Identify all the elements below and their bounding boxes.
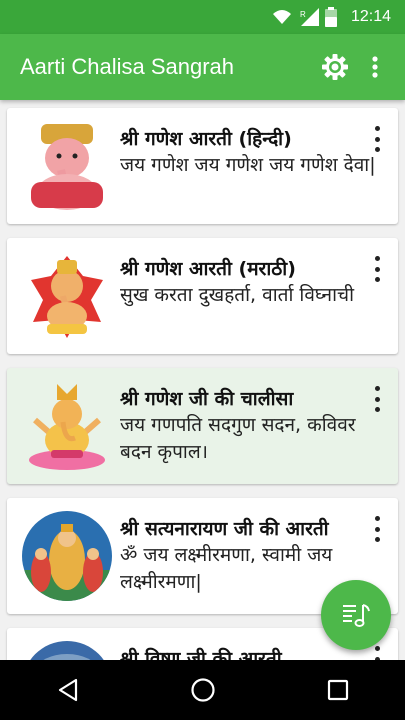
app-title: Aarti Chalisa Sangrah — [20, 54, 235, 79]
ganesh-thumbnail — [31, 256, 103, 338]
ganesh-thumbnail — [29, 384, 105, 470]
card-menu-button[interactable] — [370, 646, 384, 660]
card-menu-button[interactable] — [370, 256, 384, 282]
card-description: सुख करता दुखहर्ता, वार्ता विघ्नाची — [120, 284, 355, 306]
ganesh-thumbnail — [31, 124, 103, 210]
recents-square-icon — [327, 679, 348, 701]
network-label: R — [300, 10, 306, 19]
card-title: श्री गणेश आरती (मराठी) — [120, 258, 296, 280]
card-description: जय गणपति सदगुण सदन, कविवर बदन कृपाल। — [120, 414, 356, 463]
aarti-card-ganesh-hindi[interactable]: श्री गणेश आरती (हिन्दी) जय गणेश जय गणेश … — [7, 108, 398, 224]
card-title: श्री विष्णु जी की आरती — [120, 648, 282, 660]
overflow-menu-button[interactable] — [355, 47, 395, 87]
system-nav-bar — [0, 660, 405, 720]
card-menu-button[interactable] — [370, 126, 384, 152]
back-triangle-icon — [58, 678, 77, 702]
nav-back-button[interactable] — [38, 660, 98, 720]
nav-home-button[interactable] — [173, 660, 233, 720]
card-title: श्री गणेश जी की चालीसा — [120, 388, 294, 410]
nav-recents-button[interactable] — [308, 660, 368, 720]
satyanarayan-thumbnail — [22, 511, 112, 601]
status-time: 12:14 — [350, 8, 391, 25]
card-description: जय गणेश जय गणेश जय गणेश देवा| — [120, 154, 376, 176]
playlist-fab-button[interactable] — [321, 580, 391, 650]
aarti-list: श्री गणेश आरती (हिन्दी) जय गणेश जय गणेश … — [0, 100, 405, 660]
wifi-icon — [272, 10, 291, 24]
battery-icon — [324, 7, 337, 27]
aarti-card-ganesh-chalisa[interactable]: श्री गणेश जी की चालीसा जय गणपति सदगुण सद… — [7, 368, 398, 484]
card-title: श्री सत्यनारायण जी की आरती — [120, 518, 329, 540]
vishnu-thumbnail — [22, 641, 112, 660]
cell-signal-icon: R — [300, 8, 319, 26]
status-bar: R 12:14 — [0, 0, 405, 34]
settings-button[interactable] — [315, 47, 355, 87]
more-vert-icon — [372, 56, 378, 78]
card-menu-button[interactable] — [370, 516, 384, 542]
aarti-card-ganesh-marathi[interactable]: श्री गणेश आरती (मराठी) सुख करता दुखहर्ता… — [7, 238, 398, 354]
card-menu-button[interactable] — [370, 386, 384, 412]
home-circle-icon — [190, 678, 215, 702]
playlist-music-icon — [343, 604, 370, 627]
card-title: श्री गणेश आरती (हिन्दी) — [120, 128, 292, 150]
app-bar: Aarti Chalisa Sangrah — [0, 34, 405, 100]
gear-icon — [322, 54, 348, 80]
